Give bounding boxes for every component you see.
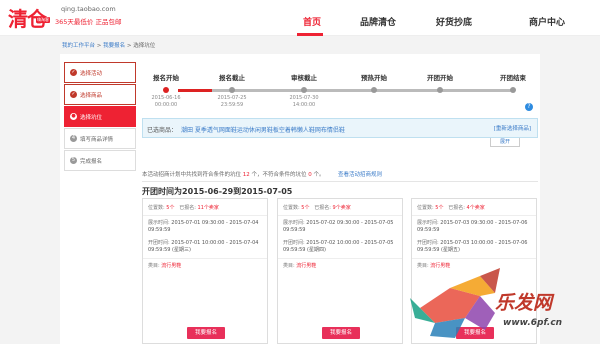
site-header: 清仓 嗨淘客 qing.taobao.com 365天最低价 正品包邮 首页 品… — [0, 0, 600, 36]
nav-active-indicator — [297, 33, 323, 36]
divider — [142, 181, 538, 182]
step-complete: 5 完成报名 — [64, 150, 136, 171]
site-slogan: 365天最低价 正品包邮 — [55, 18, 122, 26]
step-label: 选择商品 — [80, 92, 103, 99]
breadcrumb-current: 选择坑位 — [133, 43, 156, 49]
timeline-dot — [301, 87, 307, 93]
watermark-brand: 乐发网 — [495, 292, 553, 314]
slot-card: 位置数: 5个 已报名: 9个卖家 展示时间: 2015-07-02 09:30… — [277, 198, 403, 344]
watermark-url: www.6pf.cn — [503, 318, 563, 328]
logo-badge: 嗨淘客 — [36, 17, 50, 23]
nav-merchant-center[interactable]: 商户中心 — [529, 15, 565, 28]
timeline-dot — [229, 87, 235, 93]
category: 流行男鞋 — [161, 263, 182, 269]
step-label: 选择坑位 — [80, 114, 103, 121]
slot-summary: 本活动招商计划中共找到符合条件的坑位 12 个，不符合条件的坑位 0 个。 — [142, 172, 325, 178]
rules-link[interactable]: 查看活动招商规则 — [338, 170, 382, 178]
dot-icon: ● — [70, 113, 77, 120]
timeline-node: 开团结束 — [483, 72, 543, 95]
step-label: 填写商品详情 — [80, 136, 114, 143]
slot-card: 位置数: 5个 已报名: 11个卖家 展示时间: 2015-07-01 09:3… — [142, 198, 268, 344]
site-domain: qing.taobao.com — [61, 5, 116, 13]
timeline-dot — [371, 87, 377, 93]
registered-count: 9个卖家 — [332, 205, 351, 211]
register-button[interactable]: 我要报名 — [187, 327, 225, 339]
selected-product-name[interactable]: 潮田 夏季透气网面鞋运动休闲男鞋板空着韩懒人鞋网布情侣鞋 — [181, 125, 345, 134]
slot-count: 5个 — [301, 205, 310, 211]
breadcrumb-separator: > — [126, 43, 132, 49]
selected-product-label: 已选商品： — [147, 127, 178, 134]
breadcrumb-register[interactable]: 我要报名 — [103, 43, 125, 49]
check-icon: ✓ — [70, 91, 77, 98]
breadcrumb: 我的工作平台 > 我要报名 > 选择坑位 — [62, 41, 155, 49]
timeline-node: 报名截止 2015-07-25 23:59:59 — [217, 74, 247, 108]
selected-product-bar: 已选商品： 潮田 夏季透气网面鞋运动休闲男鞋板空着韩懒人鞋网布情侣鞋 [重新选择… — [142, 118, 538, 138]
registered-count: 4个卖家 — [466, 205, 485, 211]
register-button[interactable]: 我要报名 — [322, 327, 360, 339]
timeline-node: 预热开始 — [344, 72, 404, 95]
breadcrumb-separator: > — [96, 43, 102, 49]
timeline-dot — [163, 87, 169, 93]
number-4-icon: 4 — [70, 135, 77, 142]
timeline-node: 开团开始 — [410, 72, 470, 95]
step-label: 选择活动 — [80, 70, 103, 77]
nav-home[interactable]: 首页 — [303, 15, 321, 28]
slot-count: 5个 — [166, 205, 175, 211]
non-matching-slot-count: 0 — [308, 172, 312, 178]
timeline-dot — [437, 87, 443, 93]
breadcrumb-workspace[interactable]: 我的工作平台 — [62, 43, 95, 49]
timeline-node: 报名开始 2015-06-16 00:00:00 — [151, 74, 181, 108]
period-title: 开团时间为2015-06-29到2015-07-05 — [142, 187, 293, 196]
step-select-product[interactable]: ✓ 选择商品 — [64, 84, 136, 105]
timeline-dot — [510, 87, 516, 93]
nav-bargain[interactable]: 好货抄底 — [436, 15, 472, 28]
category: 流行男鞋 — [296, 263, 317, 269]
registered-count: 11个卖家 — [197, 205, 219, 211]
check-icon: ✓ — [70, 69, 77, 76]
expand-button[interactable]: 展开 — [490, 138, 520, 147]
matching-slot-count: 12 — [242, 172, 250, 178]
step-select-activity[interactable]: ✓ 选择活动 — [64, 62, 136, 83]
nav-brand-clearance[interactable]: 品牌清仓 — [360, 15, 396, 28]
step-product-details: 4 填写商品详情 — [64, 128, 136, 149]
timeline-node: 审核截止 2015-07-30 14:00:00 — [289, 74, 319, 108]
help-icon[interactable]: ? — [525, 103, 533, 111]
number-5-icon: 5 — [70, 157, 77, 164]
step-select-slot[interactable]: ● 选择坑位 — [64, 106, 136, 127]
reselect-product-link[interactable]: [重新选择商品] — [494, 124, 531, 132]
step-list: ✓ 选择活动 ✓ 选择商品 ● 选择坑位 4 填写商品详情 5 完成报名 — [64, 62, 136, 172]
slot-count: 5个 — [435, 205, 444, 211]
step-label: 完成报名 — [80, 158, 103, 165]
